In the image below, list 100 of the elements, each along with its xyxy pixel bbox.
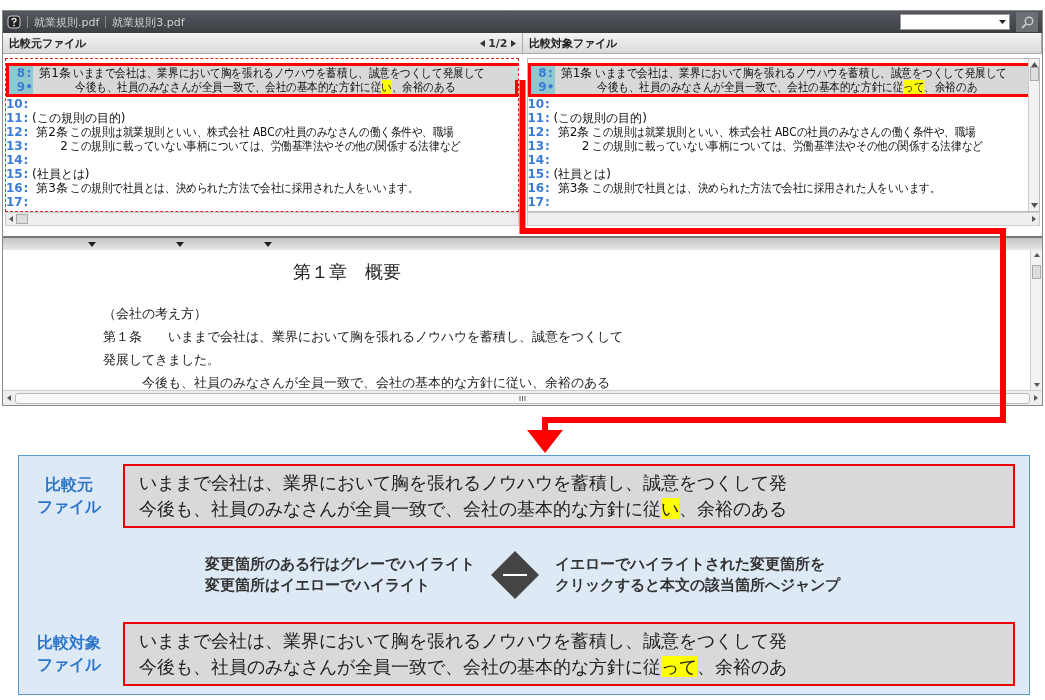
line-number: 15 xyxy=(527,167,544,181)
diff-line[interactable]: 12: 第2条 この規則は就業規則といい、株式会社 ABCの社員のみなさんの働く条件や、職場 xyxy=(527,125,1028,139)
scroll-down-icon[interactable] xyxy=(1033,383,1040,387)
grip-icon xyxy=(519,395,526,401)
article-label: 第2条 xyxy=(556,125,590,139)
scroll-down-icon[interactable] xyxy=(1030,203,1038,208)
line-text: (社員とは) xyxy=(553,167,611,181)
previous-page-icon[interactable] xyxy=(480,39,486,47)
diff-line[interactable]: 11: (この規則の目的) xyxy=(527,111,1028,125)
line-number: 9 xyxy=(530,80,547,94)
help-icon[interactable] xyxy=(7,15,21,29)
file-tab[interactable]: 就業規則3.pdf xyxy=(112,14,185,30)
line-number: 13 xyxy=(527,139,544,153)
pane-title: 比較対象ファイル xyxy=(528,35,617,51)
text-pane[interactable] xyxy=(526,58,1040,212)
diff-line[interactable]: 12: 第2条 この規則は就業規則といい、株式会社 ABCの社員のみなさんの働く条件や、職場 xyxy=(6,125,518,139)
line-number: 15 xyxy=(6,167,22,181)
search-button[interactable] xyxy=(1016,12,1038,32)
scroll-left-icon[interactable] xyxy=(7,395,11,401)
line-number: 13 xyxy=(6,139,22,153)
file-tab[interactable]: 就業規則.pdf xyxy=(34,14,100,30)
line-marker: : xyxy=(22,97,30,111)
scroll-right-icon[interactable] xyxy=(1032,216,1036,222)
line-text: いままで会社は、業界において胸を張れるノウハウを蓄積し、誠意をつくして発展して xyxy=(594,66,1007,80)
line-text: この規則で社員とは、決められた方法で会社に採用された人をいいます。 xyxy=(70,181,419,195)
line-marker: : xyxy=(544,181,551,195)
line-text: この規則は就業規則といい、株式会社 ABCの社員のみなさんの働く条件や、職場 xyxy=(70,125,455,139)
article-label: 2 xyxy=(59,139,68,153)
collapse-caret-icon[interactable] xyxy=(264,241,272,247)
diff-line[interactable]: 15: (社員とは) xyxy=(6,167,518,181)
diff-line[interactable]: 15: (社員とは) xyxy=(527,167,1028,181)
article-label: 2 xyxy=(580,139,590,153)
diff-line[interactable]: 14: xyxy=(527,153,1028,167)
line-marker: : xyxy=(22,139,30,153)
scroll-thumb[interactable] xyxy=(1032,265,1041,279)
horizontal-scrollbar[interactable] xyxy=(5,212,519,226)
scroll-right-icon[interactable] xyxy=(1034,395,1038,401)
collapse-caret-icon[interactable] xyxy=(88,241,96,247)
line-marker: : xyxy=(544,153,551,167)
diff-line[interactable]: 10: xyxy=(527,97,1028,111)
diff-line[interactable]: 16: 第3条 この規則で社員とは、決められた方法で会社に採用された人をいいます。 xyxy=(6,181,518,195)
next-page-icon[interactable] xyxy=(510,39,516,47)
file-label: 比較元 ファイル xyxy=(36,474,102,518)
article-label: 第1条 xyxy=(559,66,593,80)
horizontal-scrollbar[interactable] xyxy=(526,212,1040,226)
line-text: (社員とは) xyxy=(32,167,90,181)
search-icon xyxy=(1020,15,1034,29)
diff-line[interactable]: 17: xyxy=(527,195,1028,209)
diamond-icon xyxy=(490,551,539,599)
article-label: 第3条 xyxy=(35,181,68,195)
line-number: 17 xyxy=(6,195,22,209)
line-marker: : xyxy=(22,195,30,209)
changed-line: 今後も、社員のみなさんが全員一致で、会社の基本的な方針に従って、余裕のあ xyxy=(139,655,788,679)
article-label: 第1条 xyxy=(38,66,71,80)
scroll-left-icon[interactable] xyxy=(9,216,13,222)
scroll-thumb[interactable] xyxy=(1029,67,1039,81)
line-text: いままで会社は、業界において胸を張れるノウハウを蓄積し、誠意をつくして発展して xyxy=(73,66,485,80)
line-marker: : xyxy=(544,97,551,111)
text-pane[interactable] xyxy=(5,58,519,212)
note-text: イエローでハイライトされた変更箇所を クリックすると本文の該当箇所へジャンプ xyxy=(554,554,840,596)
line-text: この規則に載っていない事柄については、労働基準法やその他の関係する法律など xyxy=(70,139,461,153)
diff-line[interactable]: 11: (この規則の目的) xyxy=(6,111,518,125)
note-text: 変更箇所のある行はグレーでハイライト 変更箇所はイエローでハイライト xyxy=(204,554,475,596)
changed-line: いままで会社は、業界において胸を張れるノウハウを蓄積し、誠意をつくして発 xyxy=(139,629,788,653)
diff-line[interactable]: 16: 第3条 この規則で社員とは、決められた方法で会社に採用された人をいいます。 xyxy=(527,181,1028,195)
line-number: 8 xyxy=(9,66,25,80)
line-number: 17 xyxy=(527,195,544,209)
document-line: 今後も、社員のみなさんが全員一致で、会社の基本的な方針に従い、余裕のある xyxy=(141,374,611,392)
pane-title: 比較元ファイル xyxy=(9,35,86,51)
page-indicator: 1/2 xyxy=(488,36,508,50)
line-text: この規則に載っていない事柄については、労働基準法やその他の関係する法律など xyxy=(591,139,983,153)
collapse-caret-icon[interactable] xyxy=(176,241,184,247)
line-number: 16 xyxy=(527,181,544,195)
article-label: 第2条 xyxy=(35,125,68,139)
scroll-thumb[interactable] xyxy=(16,214,28,224)
line-number: 14 xyxy=(527,153,544,167)
line-number: 12 xyxy=(6,125,22,139)
diff-line[interactable]: 17: xyxy=(6,195,518,209)
line-number: 11 xyxy=(6,111,22,125)
line-number: 8 xyxy=(530,66,547,80)
document-line: （会社の考え方） xyxy=(103,305,208,323)
document-line: 発展してきました。 xyxy=(103,351,221,369)
line-marker: : xyxy=(544,125,551,139)
changed-line: 今後も、社員のみなさんが全員一致で、会社の基本的な方針に従い、余裕のある xyxy=(139,497,788,521)
diff-line[interactable]: 13: 2 この規則に載っていない事柄については、労働基準法やその他の関係する法律など xyxy=(6,139,518,153)
line-number: 16 xyxy=(6,181,22,195)
diff-line[interactable]: 13: 2 この規則に載っていない事柄については、労働基準法やその他の関係する法律など xyxy=(527,139,1028,153)
line-number: 14 xyxy=(6,153,22,167)
line-marker: : xyxy=(22,111,30,125)
document-line: 第１条 いままで会社は、業界において胸を張れるノウハウを蓄積し、誠意をつくして xyxy=(103,328,624,346)
line-number: 9 xyxy=(9,80,25,94)
diff-line[interactable]: 10: xyxy=(6,97,518,111)
file-label: 比較対象 ファイル xyxy=(36,632,102,676)
horizontal-scrollbar[interactable] xyxy=(15,392,1030,404)
diff-line[interactable]: 14: xyxy=(6,153,518,167)
changed-line: いままで会社は、業界において胸を張れるノウハウを蓄積し、誠意をつくして発 xyxy=(139,471,788,495)
search-combo[interactable] xyxy=(900,14,1010,30)
line-marker: : xyxy=(22,153,30,167)
scroll-up-icon[interactable] xyxy=(1033,253,1040,257)
line-marker: : xyxy=(22,125,30,139)
